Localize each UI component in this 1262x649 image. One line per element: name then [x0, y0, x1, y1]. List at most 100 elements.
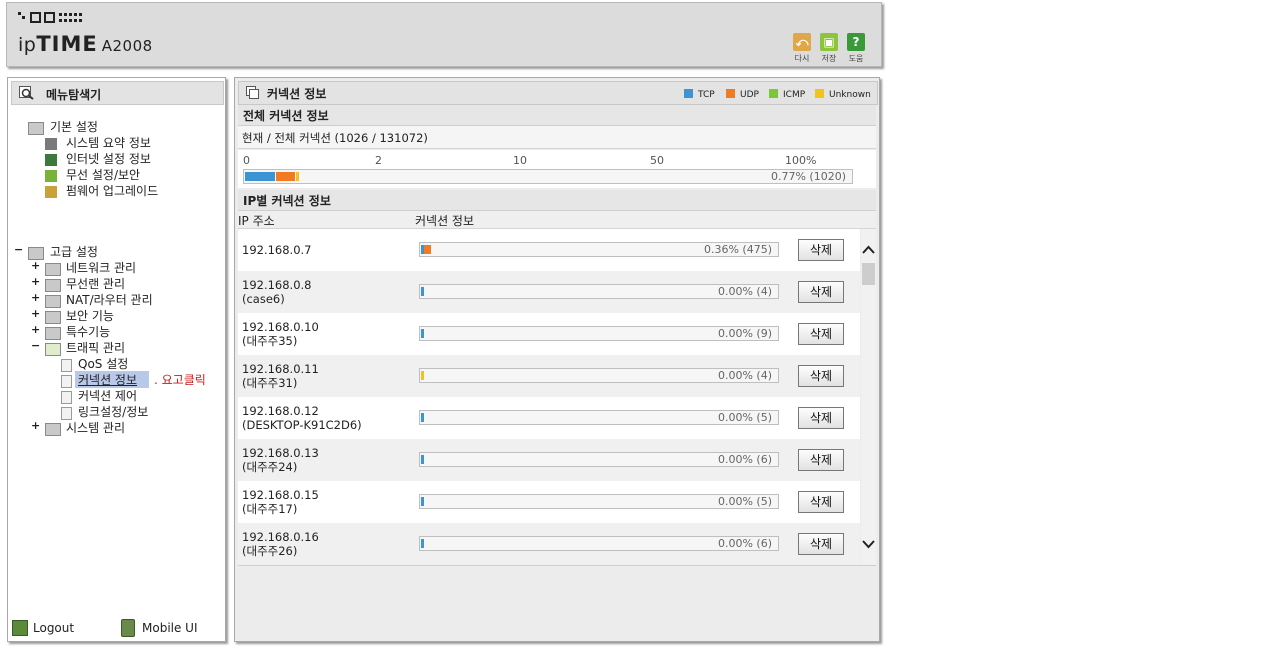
- usage-text: 0.36% (475): [703, 243, 772, 256]
- expand-icon[interactable]: +: [31, 307, 40, 320]
- total-usage-bar: 0.77% (1020): [243, 169, 853, 184]
- scale-tick: 100%: [785, 154, 817, 167]
- scrollbar[interactable]: [861, 229, 876, 565]
- delete-button[interactable]: 삭제: [798, 365, 844, 387]
- scale-tick: 2: [375, 154, 382, 167]
- total-connections-row: 현재 / 전체 커넥션 (1026 / 131072): [238, 126, 876, 149]
- ip-cell: 192.168.0.13 (대주주24): [242, 446, 319, 474]
- header-bar: ipTIME A2008 ⤺ 다시 ▣ 저장 ? 도움: [6, 2, 882, 67]
- mobile-icon: [121, 619, 135, 637]
- menu-system-summary[interactable]: 시스템 요약 정보: [66, 134, 151, 151]
- menu-system-management[interactable]: 시스템 관리: [66, 419, 125, 436]
- unknown-swatch: [815, 89, 824, 98]
- section-total-title: 전체 커넥션 정보: [243, 109, 329, 123]
- expand-icon[interactable]: +: [31, 259, 40, 272]
- total-udp-segment: [276, 172, 295, 181]
- undo-button[interactable]: ⤺ 다시: [789, 33, 815, 64]
- table-row: 192.168.0.10 (대주주35) 0.00% (9) 삭제: [238, 313, 860, 355]
- ip-cell: 192.168.0.8 (case6): [242, 278, 312, 306]
- ip-address: 192.168.0.15: [242, 488, 319, 502]
- menu-security[interactable]: 보안 기능: [66, 307, 114, 324]
- menu-advanced-settings[interactable]: 고급 설정: [50, 243, 98, 260]
- wlan-folder-icon: [45, 279, 61, 292]
- device-name: (case6): [242, 292, 285, 306]
- collapse-icon[interactable]: −: [14, 243, 23, 256]
- menu-firmware-upgrade[interactable]: 펌웨어 업그레이드: [66, 182, 158, 199]
- device-name: (대주주35): [242, 334, 298, 348]
- menu-nat-router[interactable]: NAT/라우터 관리: [66, 291, 153, 308]
- expand-icon[interactable]: +: [31, 291, 40, 304]
- logout-link[interactable]: Logout: [33, 621, 74, 635]
- undo-icon: ⤺: [793, 33, 811, 51]
- usage-text: 0.00% (5): [717, 495, 772, 508]
- usage-text: 0.00% (5): [717, 411, 772, 424]
- table-row: 192.168.0.13 (대주주24) 0.00% (6) 삭제: [238, 439, 860, 481]
- connection-usage-bar: 0.00% (4): [419, 368, 779, 383]
- delete-button[interactable]: 삭제: [798, 239, 844, 261]
- traffic-folder-icon: [45, 343, 61, 356]
- router-folder-icon: [45, 295, 61, 308]
- delete-button[interactable]: 삭제: [798, 323, 844, 345]
- tcp-segment: [421, 329, 424, 338]
- undo-label: 다시: [794, 54, 810, 63]
- usage-text: 0.00% (9): [717, 327, 772, 340]
- table-row: 192.168.0.8 (case6) 0.00% (4) 삭제: [238, 271, 860, 313]
- table-row: 192.168.0.7 0.36% (475) 삭제: [238, 229, 860, 271]
- expand-icon[interactable]: +: [31, 275, 40, 288]
- table-row: 192.168.0.12 (DESKTOP-K91C2D6) 0.00% (5) 삭제: [238, 397, 860, 439]
- menu-network[interactable]: 네트워크 관리: [66, 259, 136, 276]
- scroll-up-icon[interactable]: [862, 245, 875, 255]
- delete-button[interactable]: 삭제: [798, 449, 844, 471]
- page-icon: [61, 391, 72, 404]
- menu-internet-settings[interactable]: 인터넷 설정 정보: [66, 150, 151, 167]
- usage-text: 0.00% (6): [717, 537, 772, 550]
- menu-link-settings[interactable]: 링크설정/정보: [78, 403, 148, 420]
- menu-qos[interactable]: QoS 설정: [78, 355, 128, 372]
- help-label: 도움: [848, 54, 864, 63]
- col-connection-header: 커넥션 정보: [415, 214, 475, 228]
- usage-text: 0.00% (6): [717, 453, 772, 466]
- menu-wireless-security[interactable]: 무선 설정/보안: [66, 166, 140, 183]
- expand-icon[interactable]: +: [31, 323, 40, 336]
- ip-address: 192.168.0.13: [242, 446, 319, 460]
- save-button[interactable]: ▣ 저장: [816, 33, 842, 64]
- mobile-ui-link[interactable]: Mobile UI: [142, 621, 198, 635]
- menu-special[interactable]: 특수기능: [66, 323, 110, 340]
- connection-info-panel: 커넥션 정보 TCP UDP ICMP Unknown 전체 커넥션 정보 현재…: [234, 77, 880, 642]
- delete-button[interactable]: 삭제: [798, 533, 844, 555]
- table-row: 192.168.0.11 (대주주31) 0.00% (4) 삭제: [238, 355, 860, 397]
- iptime-dots-logo: [18, 12, 82, 23]
- help-button[interactable]: ? 도움: [843, 33, 869, 64]
- save-label: 저장: [821, 54, 837, 63]
- page-icon: [61, 375, 72, 388]
- legend-icmp: ICMP: [769, 89, 805, 100]
- scroll-down-icon[interactable]: [862, 539, 875, 549]
- scroll-thumb[interactable]: [862, 263, 875, 285]
- delete-button[interactable]: 삭제: [798, 407, 844, 429]
- menu-connection-info[interactable]: 커넥션 정보: [75, 371, 150, 388]
- menu-wlan[interactable]: 무선랜 관리: [66, 275, 125, 292]
- legend-udp: UDP: [726, 89, 759, 100]
- sidebar-footer: Logout Mobile UI: [8, 616, 225, 640]
- menu-traffic[interactable]: 트래픽 관리: [66, 339, 125, 356]
- unknown-segment: [421, 371, 424, 380]
- usage-text: 0.00% (4): [717, 285, 772, 298]
- connection-usage-bar: 0.00% (4): [419, 284, 779, 299]
- total-unknown-segment: [296, 172, 299, 181]
- menu-connection-control[interactable]: 커넥션 제어: [78, 387, 137, 404]
- tcp-segment: [421, 413, 424, 422]
- delete-button[interactable]: 삭제: [798, 491, 844, 513]
- help-icon: ?: [847, 33, 865, 51]
- scale-tick: 10: [513, 154, 527, 167]
- collapse-icon[interactable]: −: [31, 339, 40, 352]
- total-usage-box: 0 2 10 50 100% 0.77% (1020): [238, 150, 876, 188]
- copy-icon: [246, 86, 259, 99]
- monitor-icon: [45, 154, 57, 166]
- section-ip-header: IP별 커넥션 정보: [238, 190, 876, 211]
- expand-icon[interactable]: +: [31, 419, 40, 432]
- table-header: IP 주소 커넥션 정보: [238, 211, 876, 229]
- connection-usage-bar: 0.00% (5): [419, 410, 779, 425]
- delete-button[interactable]: 삭제: [798, 281, 844, 303]
- menu-basic-settings[interactable]: 기본 설정: [50, 118, 98, 135]
- ip-address: 192.168.0.16: [242, 530, 319, 544]
